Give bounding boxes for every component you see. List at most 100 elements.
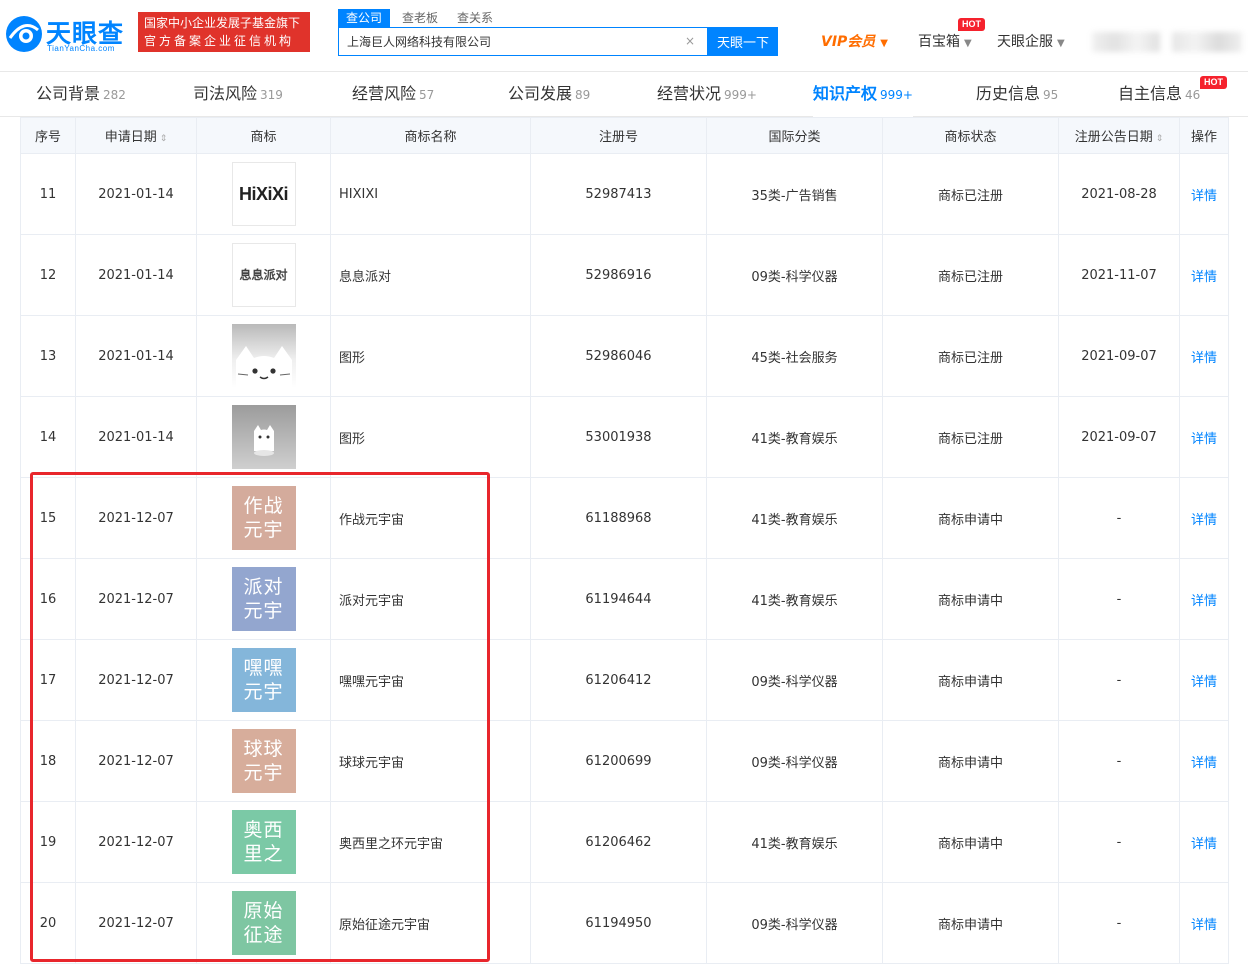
search-input[interactable] [339, 28, 679, 55]
clear-icon[interactable]: × [685, 34, 695, 48]
detail-link[interactable]: 详情 [1191, 270, 1217, 285]
cat-figure-trademark-image[interactable] [231, 405, 296, 469]
cat-face-trademark-image[interactable] [231, 324, 296, 388]
table-row: 20 2021-12-07 原始 征途 原始征途元宇宙 61194950 09类-… [20, 882, 1229, 964]
cell-trademark [196, 396, 331, 478]
cell-apply-date: 2021-12-07 [75, 639, 197, 721]
cell-index: 20 [20, 882, 76, 964]
cell-intl-class: 41类-教育娱乐 [706, 801, 883, 883]
cell-intl-class: 41类-教育娱乐 [706, 396, 883, 478]
tab-intellectual-property[interactable]: 知识产权 999+ [813, 73, 913, 117]
cell-pub-date: 2021-11-07 [1058, 234, 1180, 316]
top-header: 天眼查 TianYanCha.com 国家中小企业发展子基金旗下 官方备案企业征… [0, 0, 1248, 72]
qifu-menu[interactable]: 天眼企服 ▼ [997, 31, 1065, 53]
detail-link[interactable]: 详情 [1191, 189, 1217, 204]
cell-intl-class: 09类-科学仪器 [706, 720, 883, 802]
tab-label: 历史信息 [976, 84, 1041, 103]
detail-link[interactable]: 详情 [1191, 756, 1217, 771]
eye-logo-icon [6, 16, 42, 52]
table-row: 19 2021-12-07 奥西 里之 奥西里之环元宇宙 61206462 41类… [20, 801, 1229, 883]
cell-trademark-name: 奥西里之环元宇宙 [330, 801, 531, 883]
cell-trademark-name: HIXIXI [330, 153, 531, 235]
tab-company-development[interactable]: 公司发展 89 [508, 73, 590, 117]
cell-trademark [196, 315, 331, 397]
tianyancha-logo[interactable]: 天眼查 TianYanCha.com [4, 8, 134, 56]
detail-link[interactable]: 详情 [1191, 918, 1217, 933]
trademark-image[interactable]: 球球 元宇 [231, 729, 296, 793]
tab-count: 999+ [880, 88, 913, 102]
cell-action: 详情 [1179, 720, 1229, 802]
cell-reg-no: 52987413 [530, 153, 707, 235]
baobox-menu[interactable]: 百宝箱 ▼ [918, 31, 972, 53]
detail-link[interactable]: 详情 [1191, 513, 1217, 528]
cell-status: 商标已注册 [882, 315, 1059, 397]
cell-intl-class: 09类-科学仪器 [706, 882, 883, 964]
detail-link[interactable]: 详情 [1191, 351, 1217, 366]
trademark-image[interactable]: 嘿嘿 元宇 [231, 648, 296, 712]
cell-trademark-name: 嘿嘿元宇宙 [330, 639, 531, 721]
cell-trademark-name: 作战元宇宙 [330, 477, 531, 559]
cell-apply-date: 2021-12-07 [75, 558, 197, 640]
detail-link[interactable]: 详情 [1191, 837, 1217, 852]
vip-label: VIP会员 [821, 34, 876, 50]
search-tab-boss[interactable]: 查老板 [402, 9, 438, 27]
search-tab-company[interactable]: 查公司 [338, 9, 391, 27]
tab-company-background[interactable]: 公司背景 282 [36, 73, 126, 117]
sort-icon[interactable]: ⇕ [1156, 134, 1164, 144]
detail-link[interactable]: 详情 [1191, 594, 1217, 609]
detail-link[interactable]: 详情 [1191, 432, 1217, 447]
cell-action: 详情 [1179, 153, 1229, 235]
hot-badge: HOT [958, 18, 985, 31]
search-button[interactable]: 天眼一下 [708, 27, 778, 56]
tab-count: 319 [260, 88, 283, 102]
cell-action: 详情 [1179, 558, 1229, 640]
cell-trademark-name: 原始征途元宇宙 [330, 882, 531, 964]
col-header-trademark: 商标 [196, 117, 331, 154]
detail-link[interactable]: 详情 [1191, 675, 1217, 690]
vip-member-menu[interactable]: VIP会员 ▼ [821, 31, 888, 53]
cell-status: 商标申请中 [882, 558, 1059, 640]
tab-count: 89 [575, 88, 591, 102]
cell-apply-date: 2021-12-07 [75, 477, 197, 559]
cell-trademark-name: 球球元宇宙 [330, 720, 531, 802]
table-row: 18 2021-12-07 球球 元宇 球球元宇宙 61200699 09类-科学… [20, 720, 1229, 802]
tab-label: 自主信息 [1118, 84, 1183, 103]
tab-history-info[interactable]: 历史信息 95 [976, 73, 1058, 117]
cell-reg-no: 61206412 [530, 639, 707, 721]
trademark-image[interactable]: 原始 征途 [231, 891, 296, 955]
trademark-image[interactable]: 息息派对 [231, 243, 296, 307]
tab-operating-status[interactable]: 经营状况 999+ [657, 73, 757, 117]
cell-pub-date: 2021-08-28 [1058, 153, 1180, 235]
table-header-row: 序号 申请日期 ⇕ 商标 商标名称 注册号 国际分类 商标状态 注册公告日期 ⇕ 操… [20, 117, 1229, 154]
tab-business-risk[interactable]: 经营风险 57 [352, 73, 434, 117]
module-tabs: 公司背景 282 司法风险 319 经营风险 57 公司发展 89 经营状况 999+ 知… [0, 73, 1248, 117]
chevron-down-icon: ▼ [964, 38, 972, 49]
table-row: 13 2021-01-14 图形 52986046 45类-社会服务 商标已注册… [20, 315, 1229, 397]
search-tab-relation[interactable]: 查关系 [457, 9, 493, 27]
trademark-image[interactable]: 派对 元宇 [231, 567, 296, 631]
trademark-table: 序号 申请日期 ⇕ 商标 商标名称 注册号 国际分类 商标状态 注册公告日期 ⇕ 操… [20, 117, 1229, 964]
sort-icon[interactable]: ⇕ [160, 134, 168, 144]
tab-count: 57 [419, 88, 435, 102]
trademark-image[interactable]: HiXiXi [231, 162, 296, 226]
col-header-pub-date[interactable]: 注册公告日期 ⇕ [1058, 117, 1180, 154]
cell-index: 18 [20, 720, 76, 802]
cat-face-icon [231, 324, 296, 388]
tab-judicial-risk[interactable]: 司法风险 319 [193, 73, 283, 117]
chevron-down-icon: ▼ [880, 38, 888, 49]
cell-action: 详情 [1179, 477, 1229, 559]
cell-action: 详情 [1179, 234, 1229, 316]
table-row: 12 2021-01-14 息息派对 息息派对 52986916 09类-科学仪… [20, 234, 1229, 316]
tab-label: 经营风险 [352, 84, 417, 103]
cell-status: 商标已注册 [882, 234, 1059, 316]
blurred-user-avatar[interactable] [1172, 32, 1242, 52]
trademark-image[interactable]: 奥西 里之 [231, 810, 296, 874]
cell-pub-date: - [1058, 720, 1180, 802]
cell-index: 17 [20, 639, 76, 721]
col-header-apply-date[interactable]: 申请日期 ⇕ [75, 117, 197, 154]
slogan-badge: 国家中小企业发展子基金旗下 官方备案企业征信机构 [138, 12, 310, 52]
tab-self-info[interactable]: 自主信息 46 [1118, 73, 1200, 117]
cell-trademark-name: 派对元宇宙 [330, 558, 531, 640]
trademark-image[interactable]: 作战 元宇 [231, 486, 296, 550]
cell-trademark: HiXiXi [196, 153, 331, 235]
